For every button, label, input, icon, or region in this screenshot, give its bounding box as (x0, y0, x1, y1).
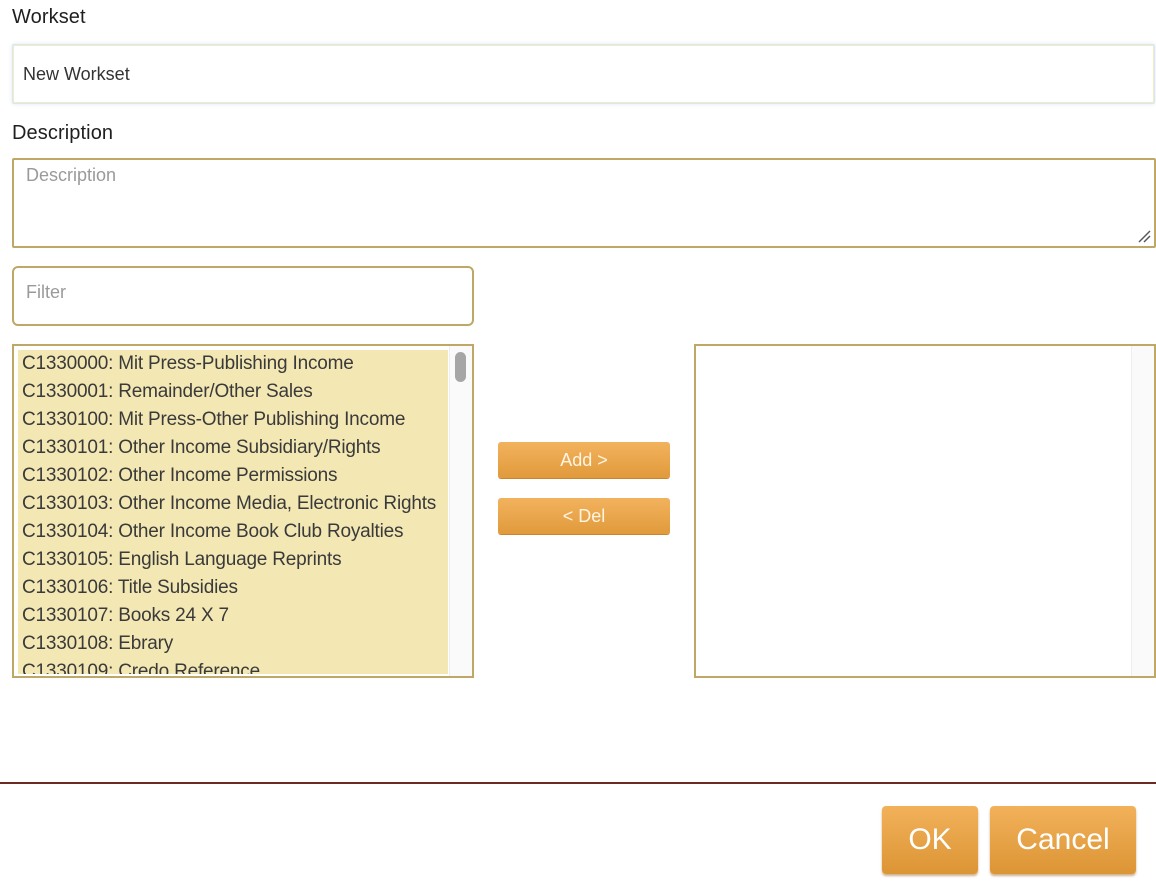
list-item[interactable]: C1330102: Other Income Permissions (18, 462, 448, 490)
list-item[interactable]: C1330106: Title Subsidies (18, 574, 448, 602)
footer-divider (0, 782, 1156, 784)
list-item[interactable]: C1330107: Books 24 X 7 (18, 602, 448, 630)
resize-grip-icon[interactable] (1137, 229, 1151, 243)
description-textarea[interactable] (12, 158, 1156, 248)
ok-button[interactable]: OK (882, 806, 978, 874)
list-item[interactable]: C1330100: Mit Press-Other Publishing Inc… (18, 406, 448, 434)
selected-list-scrollbar[interactable] (1131, 346, 1154, 676)
list-item[interactable]: C1330001: Remainder/Other Sales (18, 378, 448, 406)
workset-dialog: Workset Description C1330000: Mit Press-… (0, 0, 1156, 894)
scrollbar-thumb[interactable] (455, 352, 466, 382)
list-item[interactable]: C1330105: English Language Reprints (18, 546, 448, 574)
list-item[interactable]: C1330108: Ebrary (18, 630, 448, 658)
list-item[interactable]: C1330000: Mit Press-Publishing Income (18, 350, 448, 378)
selected-list[interactable] (694, 344, 1156, 678)
available-list[interactable]: C1330000: Mit Press-Publishing Income C1… (12, 344, 474, 678)
workset-name-input[interactable] (12, 44, 1155, 104)
available-list-items: C1330000: Mit Press-Publishing Income C1… (18, 350, 448, 674)
cancel-button[interactable]: Cancel (990, 806, 1136, 874)
delete-button[interactable]: < Del (498, 498, 670, 534)
description-label: Description (12, 122, 114, 144)
workset-label: Workset (12, 6, 86, 28)
filter-input[interactable] (12, 266, 474, 326)
available-list-scrollbar[interactable] (449, 346, 472, 676)
list-item[interactable]: C1330109: Credo Reference (18, 658, 448, 674)
list-item[interactable]: C1330104: Other Income Book Club Royalti… (18, 518, 448, 546)
add-button[interactable]: Add > (498, 442, 670, 478)
list-item[interactable]: C1330103: Other Income Media, Electronic… (18, 490, 448, 518)
list-item[interactable]: C1330101: Other Income Subsidiary/Rights (18, 434, 448, 462)
